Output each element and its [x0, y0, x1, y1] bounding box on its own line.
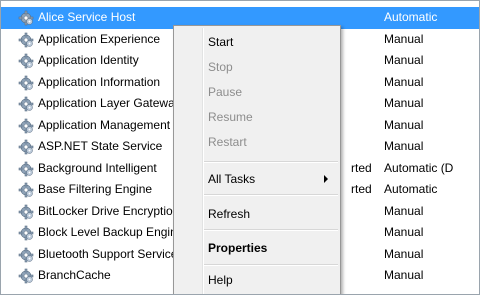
service-name: Base Filtering Engine [38, 182, 153, 196]
gear-icon [18, 10, 34, 26]
service-name: Application Experience [38, 31, 161, 46]
service-startup-type: Manual [384, 268, 424, 282]
service-name: BitLocker Drive Encryption [38, 203, 180, 218]
menu-item-stop: Stop [208, 60, 233, 74]
gear-icon [18, 139, 34, 155]
gear-icon [18, 268, 34, 284]
menu-item-pause: Pause [208, 85, 243, 99]
service-startup-type: Automatic [384, 10, 438, 24]
service-startup-type: Automatic (D [384, 160, 454, 175]
menu-item-restart: Restart [208, 135, 247, 149]
service-startup-type: Manual [384, 31, 424, 46]
service-startup-type: Manual [384, 203, 424, 218]
service-name: Application Management [38, 117, 171, 132]
menu-item-help[interactable]: Help [208, 269, 233, 291]
service-status: rted [351, 160, 372, 175]
service-status: rted [351, 182, 372, 196]
gear-icon [18, 118, 34, 134]
service-startup-type: Manual [384, 96, 424, 110]
service-name: Alice Service Host [38, 10, 136, 24]
menu-item-resume: Resume [208, 110, 253, 124]
menu-separator [204, 194, 338, 196]
menu-separator [204, 264, 338, 266]
service-startup-type: Manual [384, 117, 424, 132]
gear-icon [18, 96, 34, 112]
services-list-panel: Alice Service Host Automatic Application E… [0, 0, 480, 295]
service-name: Block Level Backup Engine [38, 225, 180, 239]
menu-item-refresh[interactable]: Refresh [208, 203, 250, 225]
service-name: ASP.NET State Service [38, 139, 163, 153]
menu-item-all-tasks[interactable]: All Tasks [208, 168, 255, 190]
service-name: Application Information [38, 74, 161, 89]
service-startup-type: Manual [384, 139, 424, 153]
service-startup-type: Manual [384, 246, 424, 261]
gear-icon [18, 32, 34, 48]
service-startup-type: Manual [384, 53, 424, 67]
gear-icon [18, 75, 34, 91]
service-startup-type: Automatic [384, 182, 438, 196]
menu-separator [204, 161, 338, 163]
service-name: Application Layer Gateway [38, 96, 180, 110]
gear-icon [18, 161, 34, 177]
service-name: Background Intelligent [38, 160, 157, 175]
service-startup-type: Manual [384, 225, 424, 239]
service-name: Bluetooth Support Service [38, 246, 178, 261]
gear-icon [18, 53, 34, 69]
service-startup-type: Manual [384, 74, 424, 89]
gear-icon [18, 204, 34, 220]
menu-item-properties[interactable]: Properties [208, 237, 267, 259]
gear-icon [18, 247, 34, 263]
submenu-arrow-icon [324, 175, 328, 183]
service-name: BranchCache [38, 268, 111, 282]
menu-separator [204, 229, 338, 231]
service-name: Application Identity [38, 53, 139, 67]
menu-item-start[interactable]: Start [208, 31, 233, 53]
gear-icon [18, 182, 34, 198]
context-menu: Start Stop Pause Resume Restart All Task… [173, 25, 341, 294]
gear-icon [18, 225, 34, 241]
